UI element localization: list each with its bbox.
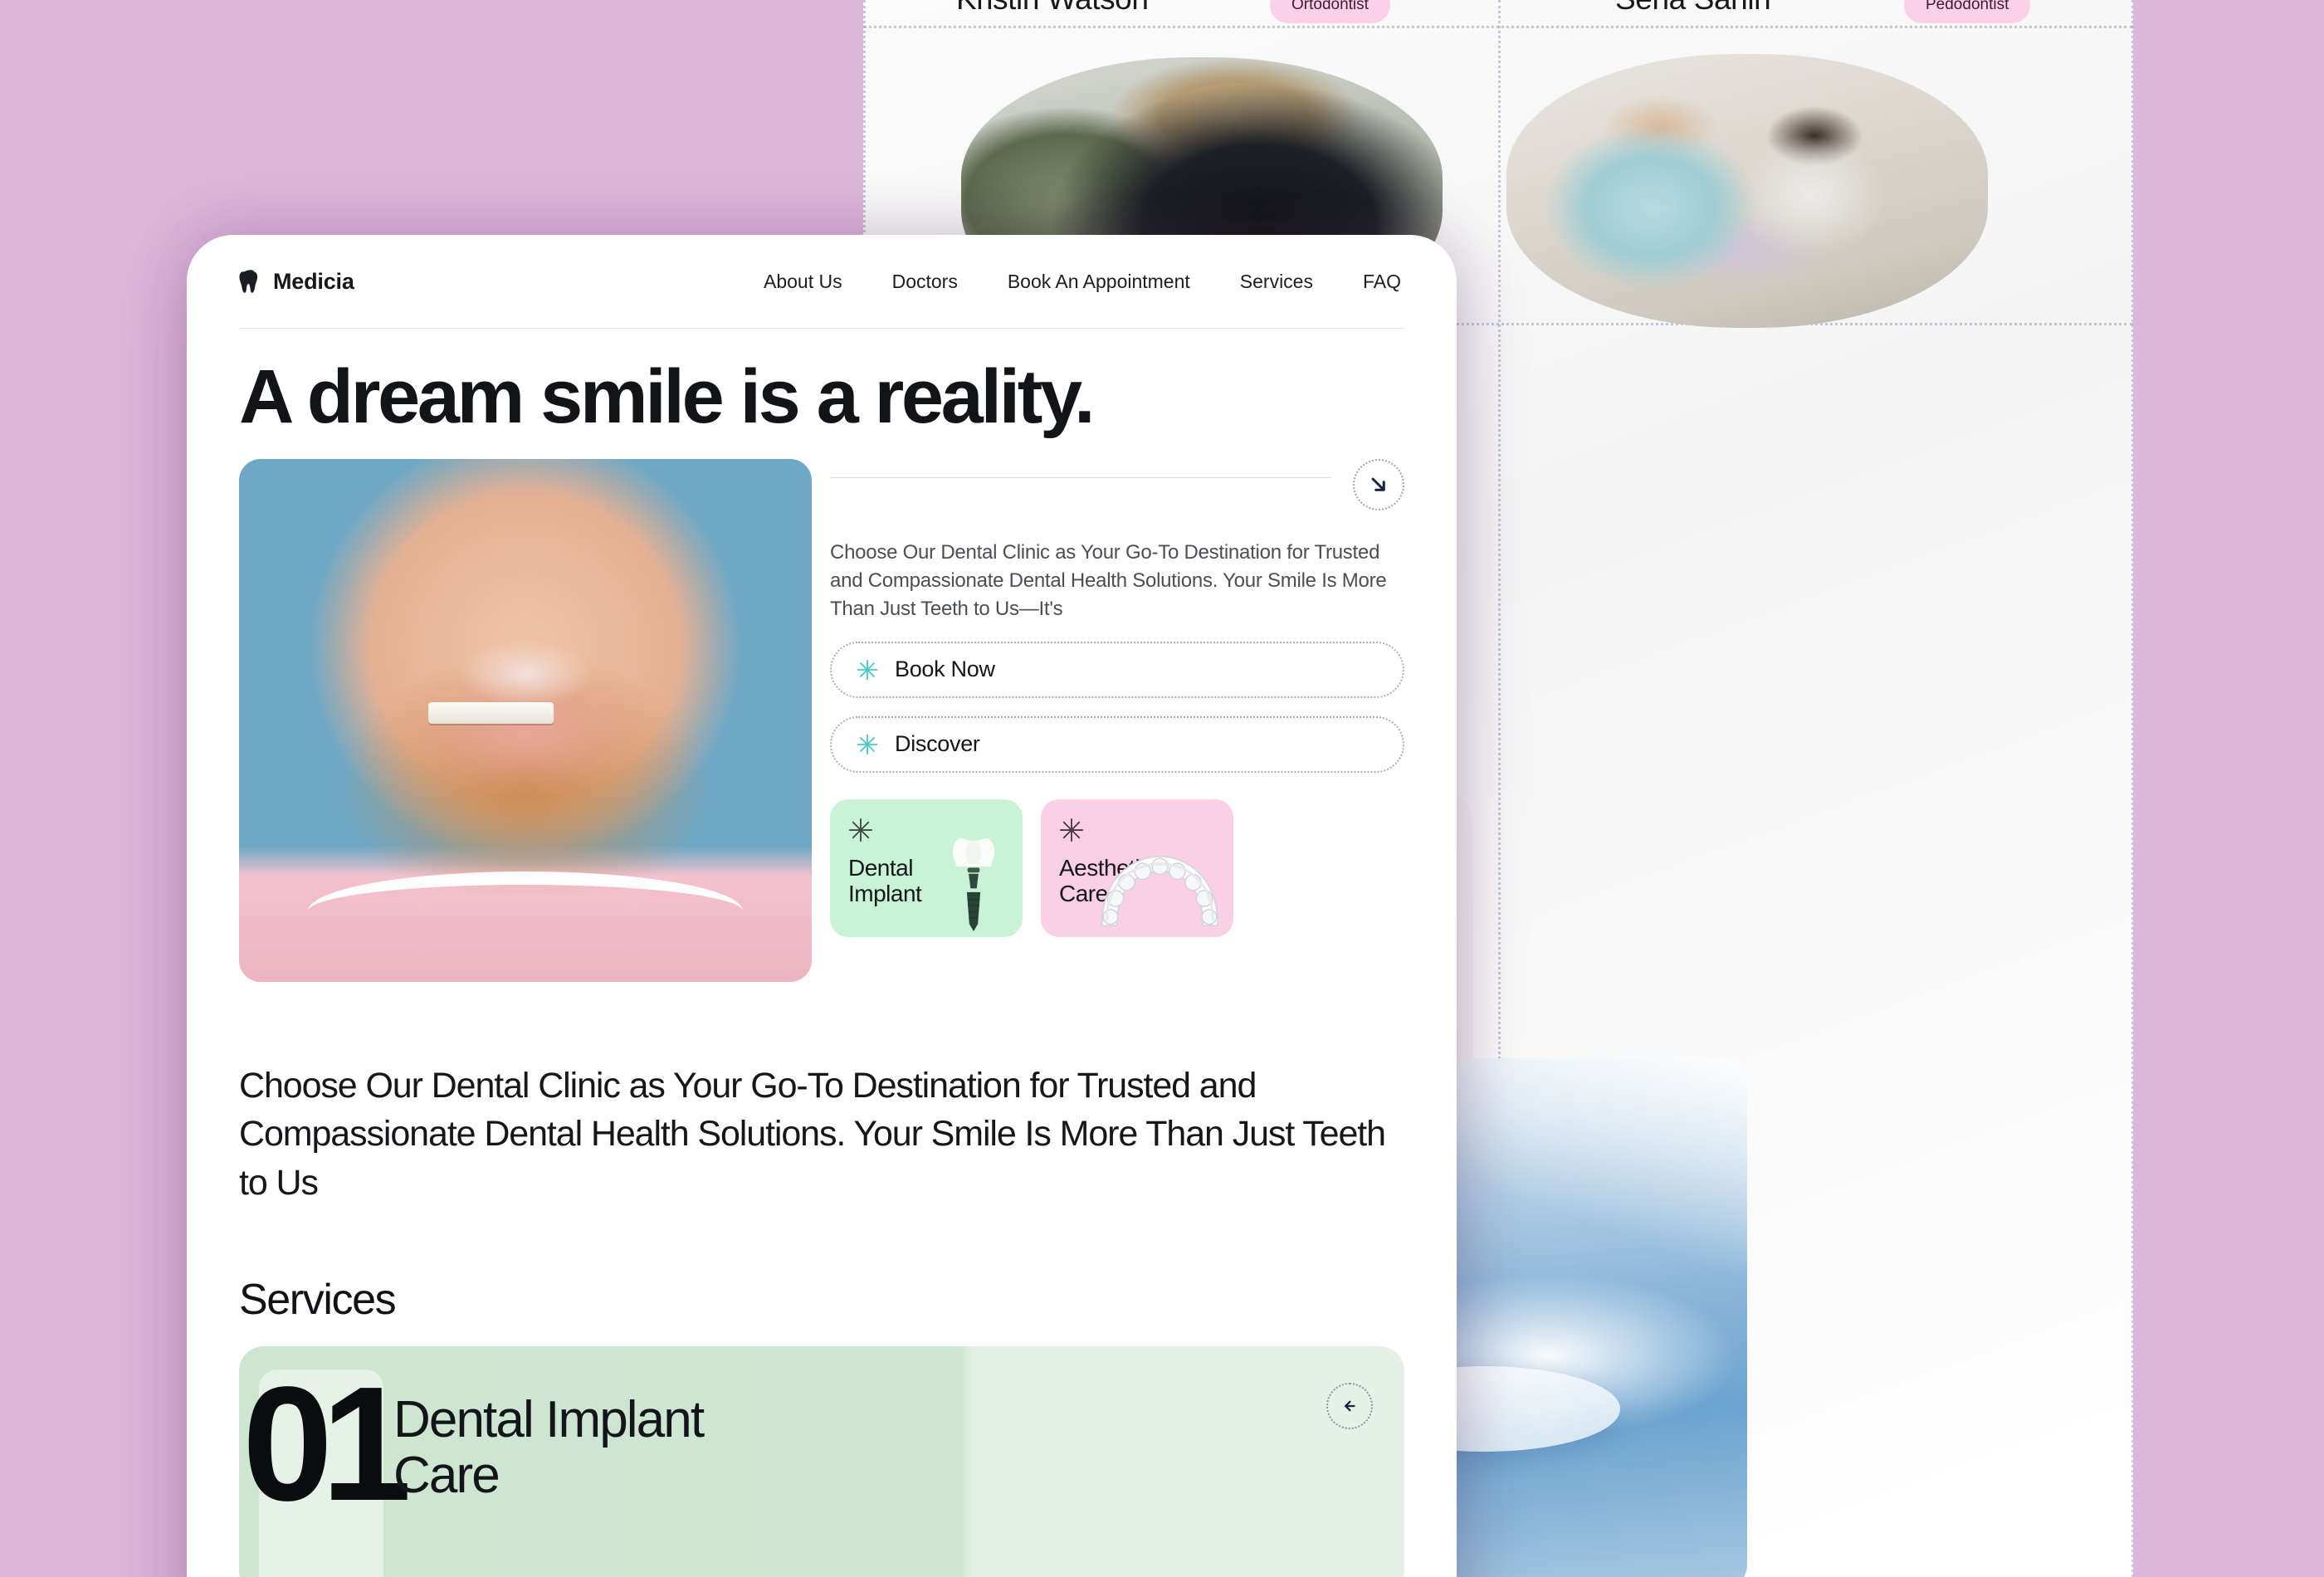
doctor-name: Sena Sahin: [1615, 0, 1771, 17]
hero-right-column: Choose Our Dental Clinic as Your Go-To D…: [830, 458, 1404, 937]
asterisk-icon: [1059, 818, 1084, 842]
service-item-title: Dental Implant Care: [393, 1391, 705, 1504]
brand-name: Medicia: [273, 268, 354, 294]
page-title: A dream smile is a reality.: [239, 354, 1096, 439]
navbar: Medicia About Us Doctors Book An Appoint…: [239, 235, 1404, 328]
clear-aligner-image: [1101, 855, 1219, 926]
nav-item-doctors[interactable]: Doctors: [892, 271, 958, 293]
shirt-collar: [239, 867, 812, 982]
doctor-photo: [1506, 54, 1988, 328]
book-now-button[interactable]: Book Now: [830, 641, 1404, 698]
hero-row: Choose Our Dental Clinic as Your Go-To D…: [239, 458, 1404, 982]
nav-item-about-us[interactable]: About Us: [764, 271, 842, 293]
service-card-aesthetic-care[interactable]: Aesthetic Care: [1041, 798, 1233, 937]
service-arrow-left-button[interactable]: [1326, 1383, 1373, 1429]
service-number: 01: [242, 1353, 412, 1535]
doctor-card[interactable]: Sena Sahin Pedodontist: [1498, 0, 2131, 328]
teeth-highlight: [427, 701, 554, 724]
grid-line-vertical: [2131, 0, 2133, 1577]
doctor-specialty-badge: Pedodontist: [1904, 0, 2031, 23]
arrow-down-right-icon: [1371, 477, 1385, 491]
service-card-dental-implant[interactable]: Dental Implant: [830, 798, 1023, 937]
tooth-icon: [239, 270, 258, 293]
service-number-badge: 01: [242, 1362, 412, 1577]
brand[interactable]: Medicia: [239, 269, 354, 295]
doctor-specialty-badge: Ortodontist: [1270, 0, 1390, 23]
hero-photo: [239, 458, 812, 982]
nav-item-book-an-appointment[interactable]: Book An Appointment: [1008, 271, 1190, 293]
nav-links: About Us Doctors Book An Appointment Ser…: [764, 271, 1404, 293]
services-heading: Services: [239, 1276, 397, 1324]
doctor-name: Kristin Watson: [956, 0, 1149, 17]
nav-item-faq[interactable]: FAQ: [1363, 271, 1401, 293]
hero-service-cards: Dental Implant Aesthetic Care: [830, 798, 1404, 937]
nav-item-services[interactable]: Services: [1240, 271, 1313, 293]
service-item-01[interactable]: 01 Dental Implant Care: [239, 1346, 1404, 1577]
hero-rule-row: [830, 458, 1404, 510]
divider: [830, 476, 1331, 478]
arrow-left-icon: [1344, 1400, 1355, 1412]
asterisk-icon: [857, 659, 878, 681]
foreground-website-card: Medicia About Us Doctors Book An Appoint…: [187, 235, 1457, 1577]
asterisk-icon: [848, 818, 873, 842]
asterisk-icon: [857, 734, 878, 755]
hero-paragraph: Choose Our Dental Clinic as Your Go-To D…: [830, 540, 1387, 620]
dental-implant-image: [952, 837, 995, 931]
arrow-down-right-button[interactable]: [1353, 458, 1404, 510]
discover-label: Discover: [895, 731, 980, 757]
discover-button[interactable]: Discover: [830, 715, 1404, 773]
book-now-label: Book Now: [895, 657, 995, 682]
body-copy: Choose Our Dental Clinic as Your Go-To D…: [239, 1065, 1386, 1203]
